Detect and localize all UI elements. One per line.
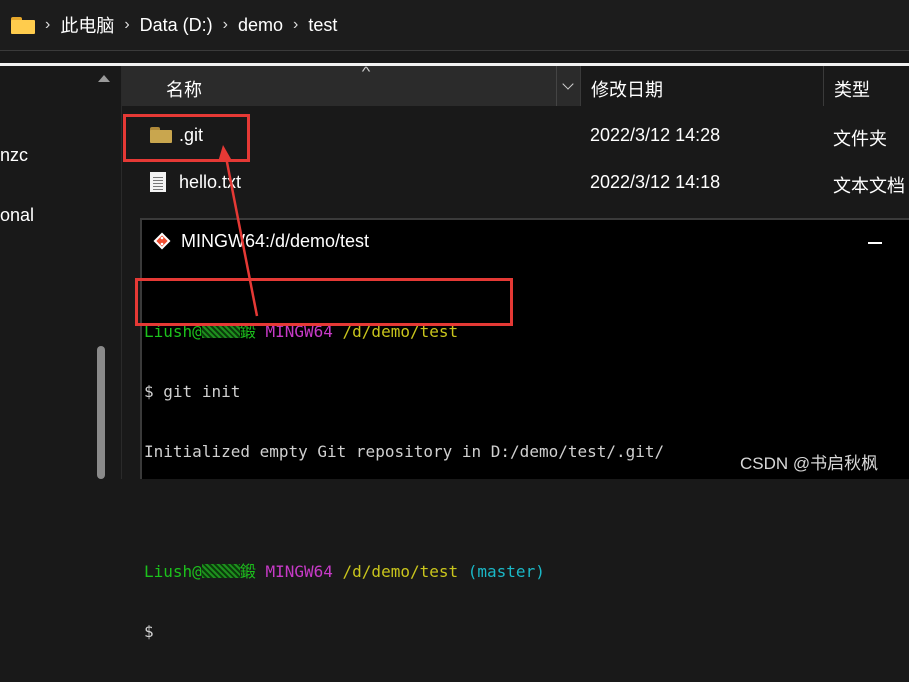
- file-type: 文件夹: [833, 129, 887, 149]
- chevron-right-icon: ›: [293, 16, 299, 33]
- file-date: 2022/3/12 14:18: [590, 172, 721, 192]
- file-type: 文本文档: [833, 176, 905, 196]
- command-text: git init: [163, 382, 241, 401]
- prompt-user: Liush@: [144, 562, 202, 581]
- command-output: Initialized empty Git repository in D:/d…: [144, 442, 665, 461]
- prompt-branch: (master): [467, 562, 545, 581]
- scrollbar-thumb[interactable]: [97, 346, 105, 479]
- breadcrumb-test[interactable]: test: [308, 15, 337, 36]
- terminal-line: Liush@ 鍛 MINGW64 /d/demo/test (master): [144, 562, 664, 582]
- terminal-title: MINGW64:/d/demo/test: [181, 231, 370, 251]
- nav-item[interactable]: onal: [0, 205, 34, 226]
- prompt-symbol: $: [144, 382, 154, 401]
- text-file-icon: [150, 172, 166, 194]
- nav-scrollbar[interactable]: [93, 66, 115, 479]
- chevron-right-icon: ›: [45, 16, 51, 33]
- chevron-right-icon: ›: [124, 16, 130, 33]
- folder-icon: [11, 16, 35, 34]
- terminal-line: Initialized empty Git repository in D:/d…: [144, 442, 664, 462]
- file-name: hello.txt: [179, 172, 242, 192]
- file-row[interactable]: hello.txt 2022/3/12 14:18 文本文档: [122, 161, 909, 205]
- breadcrumb-drive[interactable]: Data (D:): [140, 15, 213, 36]
- column-date[interactable]: 修改日期: [580, 66, 824, 106]
- column-name-label: 名称: [166, 80, 202, 100]
- breadcrumb-this-pc[interactable]: 此电脑: [60, 12, 114, 38]
- file-date: 2022/3/12 14:28: [590, 125, 721, 145]
- column-type[interactable]: 类型: [823, 66, 909, 106]
- terminal-output[interactable]: Liush@ 鍛 MINGW64 /d/demo/test $ git init …: [144, 282, 664, 682]
- chevron-right-icon: ›: [222, 16, 228, 33]
- prompt-host-suffix: 鍛: [239, 562, 256, 581]
- git-icon: [153, 232, 171, 250]
- annotation-box-git-folder: [123, 114, 250, 162]
- scroll-up-icon[interactable]: [98, 75, 110, 82]
- redacted-hostname: [201, 324, 240, 338]
- column-header: ^ 名称 修改日期 类型: [122, 64, 909, 106]
- annotation-box-git-init: [135, 278, 513, 326]
- column-date-label: 修改日期: [591, 80, 663, 100]
- column-type-label: 类型: [834, 80, 870, 100]
- minimize-button[interactable]: [868, 242, 882, 244]
- watermark: CSDN @书启秋枫: [740, 454, 879, 473]
- redacted-hostname: [201, 564, 240, 578]
- terminal-titlebar[interactable]: MINGW64:/d/demo/test: [142, 220, 909, 262]
- prompt-symbol: $: [144, 622, 154, 641]
- nav-item[interactable]: nzc: [0, 145, 28, 166]
- terminal-line: $: [144, 622, 664, 642]
- column-filter-dropdown[interactable]: [556, 66, 581, 106]
- prompt-path: /d/demo/test: [342, 562, 459, 581]
- prompt-env: MINGW64: [265, 562, 333, 581]
- column-name[interactable]: ^ 名称: [122, 64, 581, 106]
- sort-ascending-icon: ^: [361, 64, 371, 79]
- breadcrumb-demo[interactable]: demo: [238, 15, 283, 36]
- divider: [0, 50, 909, 51]
- terminal-line: $ git init: [144, 382, 664, 402]
- address-bar[interactable]: › 此电脑 › Data (D:) › demo › test: [0, 0, 909, 50]
- chevron-down-icon: [562, 78, 574, 90]
- terminal-window[interactable]: MINGW64:/d/demo/test Liush@ 鍛 MINGW64 /d/…: [140, 218, 909, 641]
